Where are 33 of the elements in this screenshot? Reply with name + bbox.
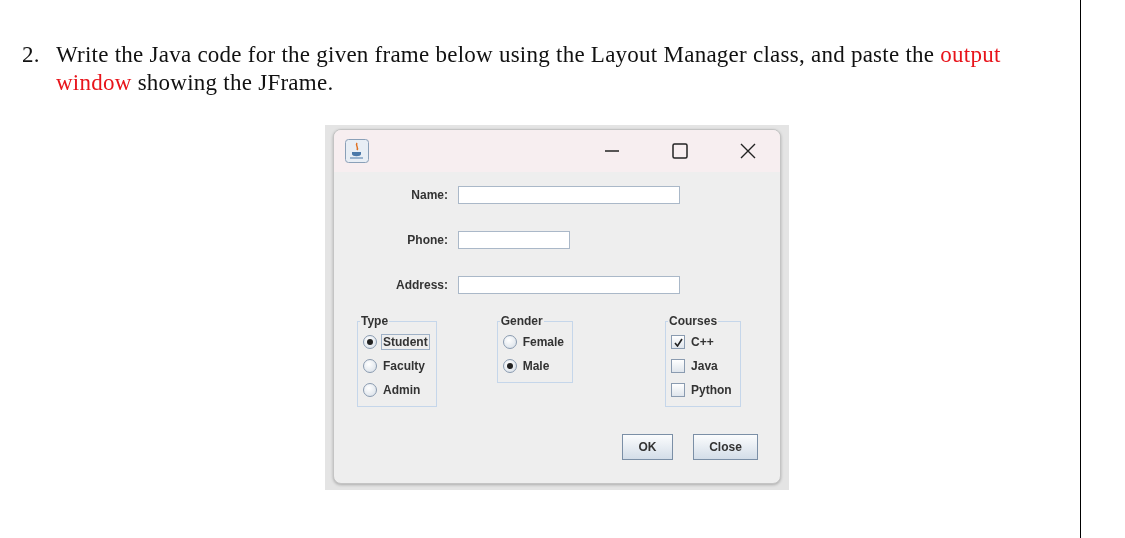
- option-label: Student: [381, 334, 430, 350]
- question-text: window showing the JFrame.: [56, 69, 335, 97]
- radio-button[interactable]: [363, 383, 377, 397]
- coffee-cup-icon: [345, 139, 369, 163]
- field-label: Name:: [410, 188, 448, 202]
- checkbox[interactable]: [671, 383, 686, 397]
- option-label: Female: [521, 334, 566, 350]
- text-field[interactable]: [458, 276, 680, 294]
- question-text: Write the Java code for the given frame below using the Layout Manager class, and paste the output: [56, 41, 1001, 69]
- option-label: Faculty: [382, 358, 426, 374]
- field-label: Address:: [395, 278, 448, 292]
- text-field[interactable]: [458, 186, 680, 204]
- option-label: Python: [690, 382, 733, 398]
- option-label: C++: [690, 334, 715, 350]
- option-label: Java: [690, 358, 719, 374]
- close-icon[interactable]: [738, 141, 758, 161]
- option-label: Admin: [382, 382, 422, 398]
- checkbox[interactable]: [671, 335, 686, 349]
- dialog-button[interactable]: Close: [693, 434, 758, 460]
- group-title: Gender: [499, 314, 544, 328]
- question-number: 2.: [22, 41, 41, 69]
- radio-button[interactable]: [502, 359, 517, 373]
- checkbox[interactable]: [671, 359, 686, 373]
- dialog-button[interactable]: OK: [622, 434, 673, 460]
- maximize-icon[interactable]: [670, 141, 690, 161]
- radio-button[interactable]: [363, 359, 377, 373]
- radio-button[interactable]: [363, 335, 377, 349]
- option-label: Male: [521, 358, 551, 374]
- group-title: Type: [360, 314, 390, 328]
- group-title: Courses: [668, 314, 719, 328]
- field-label: Phone:: [406, 233, 448, 247]
- text-field[interactable]: [458, 231, 570, 249]
- radio-button[interactable]: [502, 335, 517, 349]
